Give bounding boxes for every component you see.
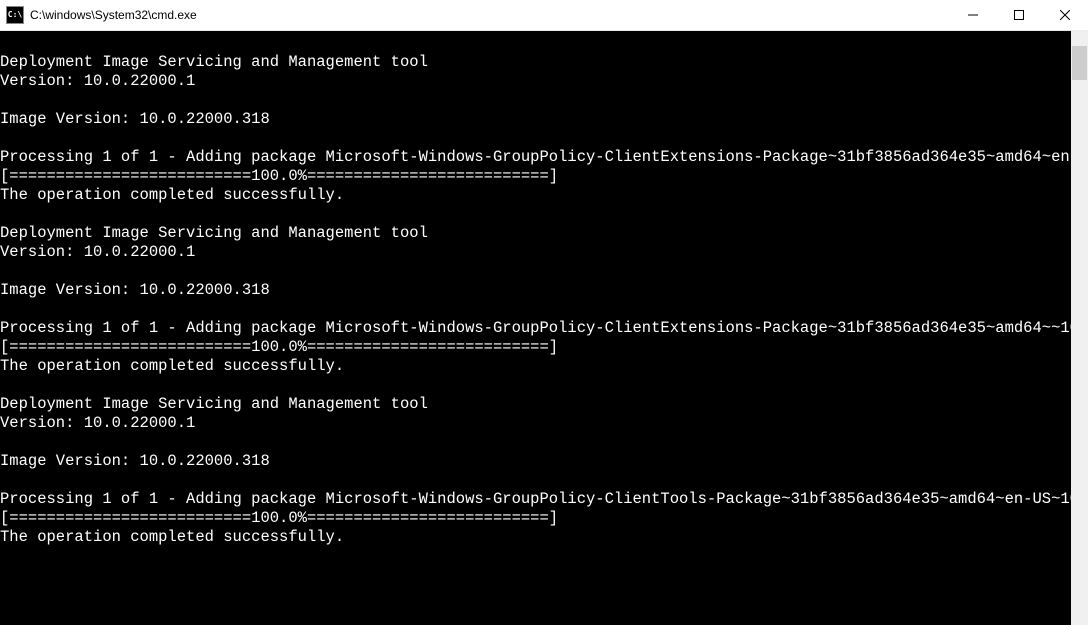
cmd-icon: C:\ (6, 6, 24, 24)
window-controls (950, 0, 1088, 30)
window-title: C:\windows\System32\cmd.exe (30, 8, 197, 22)
cmd-window: C:\ C:\windows\System32\cmd.exe Deployme… (0, 0, 1088, 625)
titlebar[interactable]: C:\ C:\windows\System32\cmd.exe (0, 0, 1088, 31)
terminal-output: Deployment Image Servicing and Managemen… (0, 31, 1084, 547)
title-left: C:\ C:\windows\System32\cmd.exe (0, 6, 197, 24)
minimize-button[interactable] (950, 0, 996, 30)
maximize-button[interactable] (996, 0, 1042, 30)
vertical-scrollbar[interactable] (1071, 30, 1088, 625)
terminal-viewport[interactable]: Deployment Image Servicing and Managemen… (0, 31, 1084, 625)
close-button[interactable] (1042, 0, 1088, 30)
scrollbar-thumb[interactable] (1072, 46, 1087, 80)
